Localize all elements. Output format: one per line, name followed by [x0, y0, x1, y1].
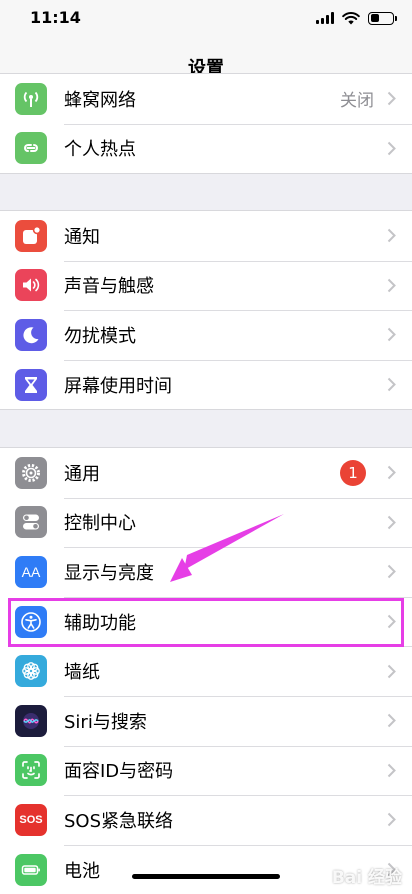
battery-icon: [15, 853, 47, 886]
sos-icon: SOS: [15, 803, 47, 836]
settings-row-wallpaper[interactable]: 墙纸: [0, 646, 412, 696]
hourglass-icon: [15, 368, 47, 401]
settings-row-label: Siri与搜索: [64, 711, 147, 733]
settings-row-general[interactable]: 通用 1: [0, 448, 412, 498]
settings-row-face-id[interactable]: 面容ID与密码: [0, 745, 412, 796]
notification-badge: 1: [340, 459, 366, 486]
hotspot-icon: [15, 132, 47, 165]
chevron-right-icon: [387, 714, 396, 728]
settings-row-label: 屏幕使用时间: [64, 375, 172, 397]
text-size-icon: AA: [15, 555, 47, 588]
accessibility-icon: [15, 605, 47, 638]
status-icons: [316, 11, 397, 25]
settings-row-label: 显示与亮度: [64, 562, 154, 584]
chevron-right-icon: [387, 565, 396, 579]
chevron-right-icon: [387, 229, 396, 243]
settings-row-label: 控制中心: [64, 513, 136, 535]
chevron-right-icon: [387, 278, 396, 293]
chevron-right-icon: [387, 515, 396, 530]
notification-icon: [15, 219, 47, 252]
status-time: 11:14: [30, 8, 81, 27]
settings-row-hotspot[interactable]: 个人热点: [0, 123, 412, 174]
settings-row-do-not-disturb[interactable]: 勿扰模式: [0, 310, 412, 360]
wifi-icon: [342, 12, 360, 25]
chevron-right-icon: [387, 92, 396, 106]
settings-row-sounds[interactable]: 声音与触感: [0, 260, 412, 311]
chevron-right-icon: [387, 664, 396, 678]
settings-row-display[interactable]: AA 显示与亮度: [0, 547, 412, 597]
cellular-signal-icon: [316, 12, 334, 24]
face-id-icon: [15, 754, 47, 787]
settings-group-notifications: 通知 声音与触感 勿扰模式 屏幕使用时间: [0, 210, 412, 411]
siri-icon: [15, 704, 47, 737]
settings-row-value: 关闭: [340, 91, 374, 112]
settings-row-label: 辅助功能: [64, 612, 136, 634]
settings-row-label: 个人热点: [64, 139, 136, 161]
settings-row-control-center[interactable]: 控制中心: [0, 497, 412, 548]
chevron-right-icon: [387, 763, 396, 778]
battery-status-icon: [368, 11, 397, 25]
settings-row-sos[interactable]: SOS SOS紧急联络: [0, 795, 412, 845]
settings-group-network: 蜂窝网络 关闭 个人热点: [0, 73, 412, 175]
settings-row-accessibility[interactable]: 辅助功能: [0, 596, 412, 647]
settings-row-label: 面容ID与密码: [64, 761, 174, 783]
settings-row-label: 通知: [64, 226, 100, 248]
chevron-right-icon: [387, 377, 396, 392]
chevron-right-icon: [387, 328, 396, 342]
home-indicator[interactable]: [132, 874, 280, 879]
settings-row-siri[interactable]: Siri与搜索: [0, 695, 412, 746]
settings-row-label: 蜂窝网络: [64, 89, 136, 111]
settings-row-screen-time[interactable]: 屏幕使用时间: [0, 359, 412, 410]
chevron-right-icon: [387, 466, 396, 480]
status-bar: 11:14: [0, 0, 412, 40]
settings-row-label: 声音与触感: [64, 276, 154, 298]
chevron-right-icon: [387, 813, 396, 827]
settings-group-general: 通用 1 控制中心 AA 显示与亮度 辅助功能 墙纸 Siri与搜索 面容ID与…: [0, 447, 412, 894]
chevron-right-icon: [387, 614, 396, 629]
settings-row-label: 墙纸: [64, 662, 100, 684]
gear-icon: [15, 456, 47, 489]
settings-row-label: SOS紧急联络: [64, 810, 174, 832]
flower-icon: [15, 655, 47, 688]
watermark: Bai 经验: [331, 868, 402, 888]
moon-icon: [15, 318, 47, 351]
settings-row-cellular[interactable]: 蜂窝网络 关闭: [0, 74, 412, 124]
chevron-right-icon: [387, 141, 396, 156]
settings-row-notifications[interactable]: 通知: [0, 211, 412, 261]
settings-row-label: 电池: [64, 860, 100, 882]
toggles-icon: [15, 506, 47, 539]
antenna-icon: [15, 82, 47, 115]
speaker-icon: [15, 269, 47, 302]
settings-row-label: 通用: [64, 463, 100, 485]
settings-row-label: 勿扰模式: [64, 325, 136, 347]
